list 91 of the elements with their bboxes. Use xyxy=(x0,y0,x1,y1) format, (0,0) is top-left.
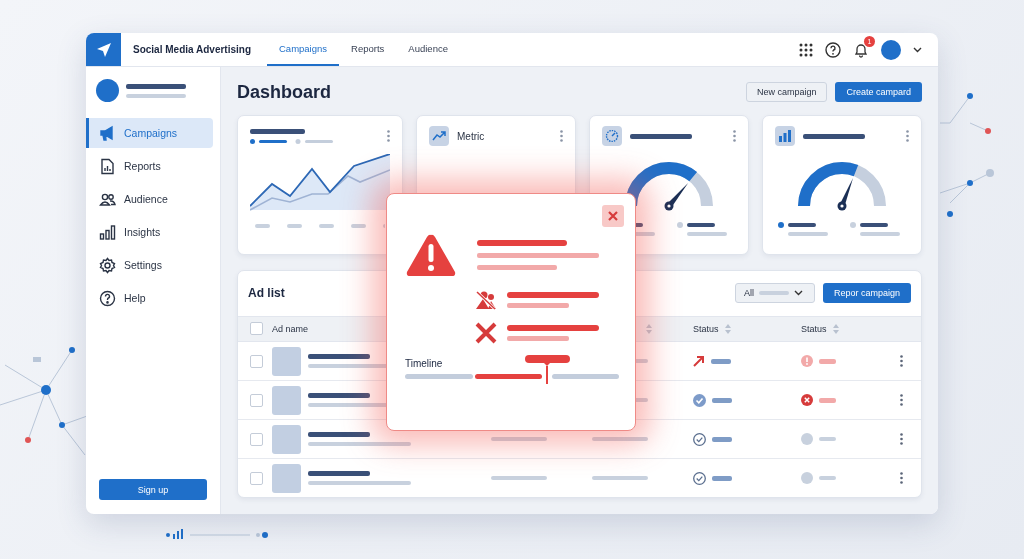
bar-chart-icon xyxy=(775,126,795,146)
placeholder-line xyxy=(819,358,836,364)
sidebar-item[interactable]: Reports xyxy=(86,151,213,181)
row-checkbox[interactable] xyxy=(250,432,263,446)
more-icon[interactable] xyxy=(900,472,903,484)
thumbnail xyxy=(272,385,301,415)
sort-icon xyxy=(832,323,839,334)
speedometer-icon xyxy=(602,126,622,146)
warning-icon xyxy=(405,232,457,278)
more-icon[interactable] xyxy=(900,394,903,407)
placeholder-line xyxy=(819,476,836,480)
trend-icon xyxy=(429,126,449,146)
bell-icon[interactable] xyxy=(853,41,869,58)
placeholder-line xyxy=(711,358,731,364)
chevron-down-icon xyxy=(793,290,803,297)
app-title: Social Media Advertising xyxy=(133,44,251,55)
check-circle-icon xyxy=(693,471,706,485)
placeholder-line xyxy=(712,475,732,481)
placeholder-line xyxy=(250,128,305,134)
avatar xyxy=(96,79,119,102)
thumbnail xyxy=(272,424,301,454)
placeholder-line xyxy=(507,303,569,308)
placeholder-line xyxy=(803,133,865,139)
logo-icon[interactable] xyxy=(86,33,121,66)
alert-circle-icon xyxy=(801,355,813,368)
placeholder-line xyxy=(592,476,648,480)
placeholder-line xyxy=(126,83,186,89)
placeholder-line xyxy=(712,397,732,403)
sort-icon xyxy=(724,323,731,334)
placeholder-line xyxy=(491,437,547,442)
settings-icon xyxy=(99,256,116,274)
apps-grid-icon[interactable] xyxy=(799,42,813,57)
column-header[interactable]: Status xyxy=(801,323,891,334)
check-circle-icon xyxy=(693,393,706,407)
report-campaign-button[interactable]: Repor campaign xyxy=(822,283,911,304)
placeholder-line xyxy=(592,437,648,442)
more-icon[interactable] xyxy=(387,130,390,142)
thumbnail xyxy=(272,463,301,493)
more-icon[interactable] xyxy=(560,130,563,142)
placeholder-line xyxy=(126,93,186,98)
sidebar-item[interactable]: Audience xyxy=(86,184,213,214)
help-icon xyxy=(99,289,116,307)
status-dot-icon xyxy=(801,472,813,484)
placeholder-line xyxy=(308,393,370,399)
select-all-checkbox[interactable] xyxy=(250,322,263,336)
column-header[interactable]: Status xyxy=(693,323,801,334)
status-dot-icon xyxy=(801,433,813,446)
sign-up-button[interactable]: Sign up xyxy=(99,479,207,500)
help-icon[interactable] xyxy=(825,41,841,58)
more-icon[interactable] xyxy=(900,433,903,446)
card-title: Metric xyxy=(457,130,485,142)
page-title: Dashboard xyxy=(237,81,332,103)
timeline-label: Timeline xyxy=(405,358,444,369)
close-button[interactable] xyxy=(602,205,624,227)
thumbnail xyxy=(272,346,301,376)
placeholder-line xyxy=(308,432,370,438)
arrow-icon xyxy=(693,355,705,368)
bar-chart-icon xyxy=(99,223,116,241)
blocked-users-icon xyxy=(475,290,497,310)
cross-icon xyxy=(475,322,497,344)
new-campaign-button[interactable]: New campaign xyxy=(745,82,828,102)
nav-tab[interactable]: Reports xyxy=(339,33,397,66)
placeholder-line xyxy=(630,133,692,139)
more-icon[interactable] xyxy=(900,355,903,368)
create-button[interactable]: Create campard xyxy=(835,82,922,102)
filter-dropdown[interactable]: All xyxy=(734,283,815,304)
placeholder-line xyxy=(507,336,569,341)
row-checkbox[interactable] xyxy=(250,471,263,485)
placeholder-line xyxy=(819,397,836,403)
placeholder-line xyxy=(308,471,370,476)
panel-title: Ad list xyxy=(248,286,285,301)
sidebar-item[interactable]: Campaigns xyxy=(86,118,213,148)
chevron-down-icon[interactable] xyxy=(913,46,922,53)
check-circle-icon xyxy=(693,432,706,446)
more-icon[interactable] xyxy=(906,130,909,142)
more-icon[interactable] xyxy=(733,130,736,142)
sidebar-item[interactable]: Settings xyxy=(86,250,213,280)
megaphone-icon xyxy=(99,124,116,142)
sidebar-item[interactable]: Help xyxy=(86,283,213,313)
placeholder-line xyxy=(491,476,547,480)
row-checkbox[interactable] xyxy=(250,354,263,368)
sidebar-item[interactable]: Insights xyxy=(86,217,213,247)
close-icon xyxy=(608,211,618,221)
nav-tab[interactable]: Audience xyxy=(396,33,460,66)
row-checkbox[interactable] xyxy=(250,393,263,407)
report-icon xyxy=(99,157,116,175)
placeholder-line xyxy=(819,437,836,442)
placeholder-line xyxy=(712,436,732,442)
placeholder-line xyxy=(308,354,370,360)
error-circle-icon xyxy=(801,394,813,407)
avatar[interactable] xyxy=(881,39,901,60)
